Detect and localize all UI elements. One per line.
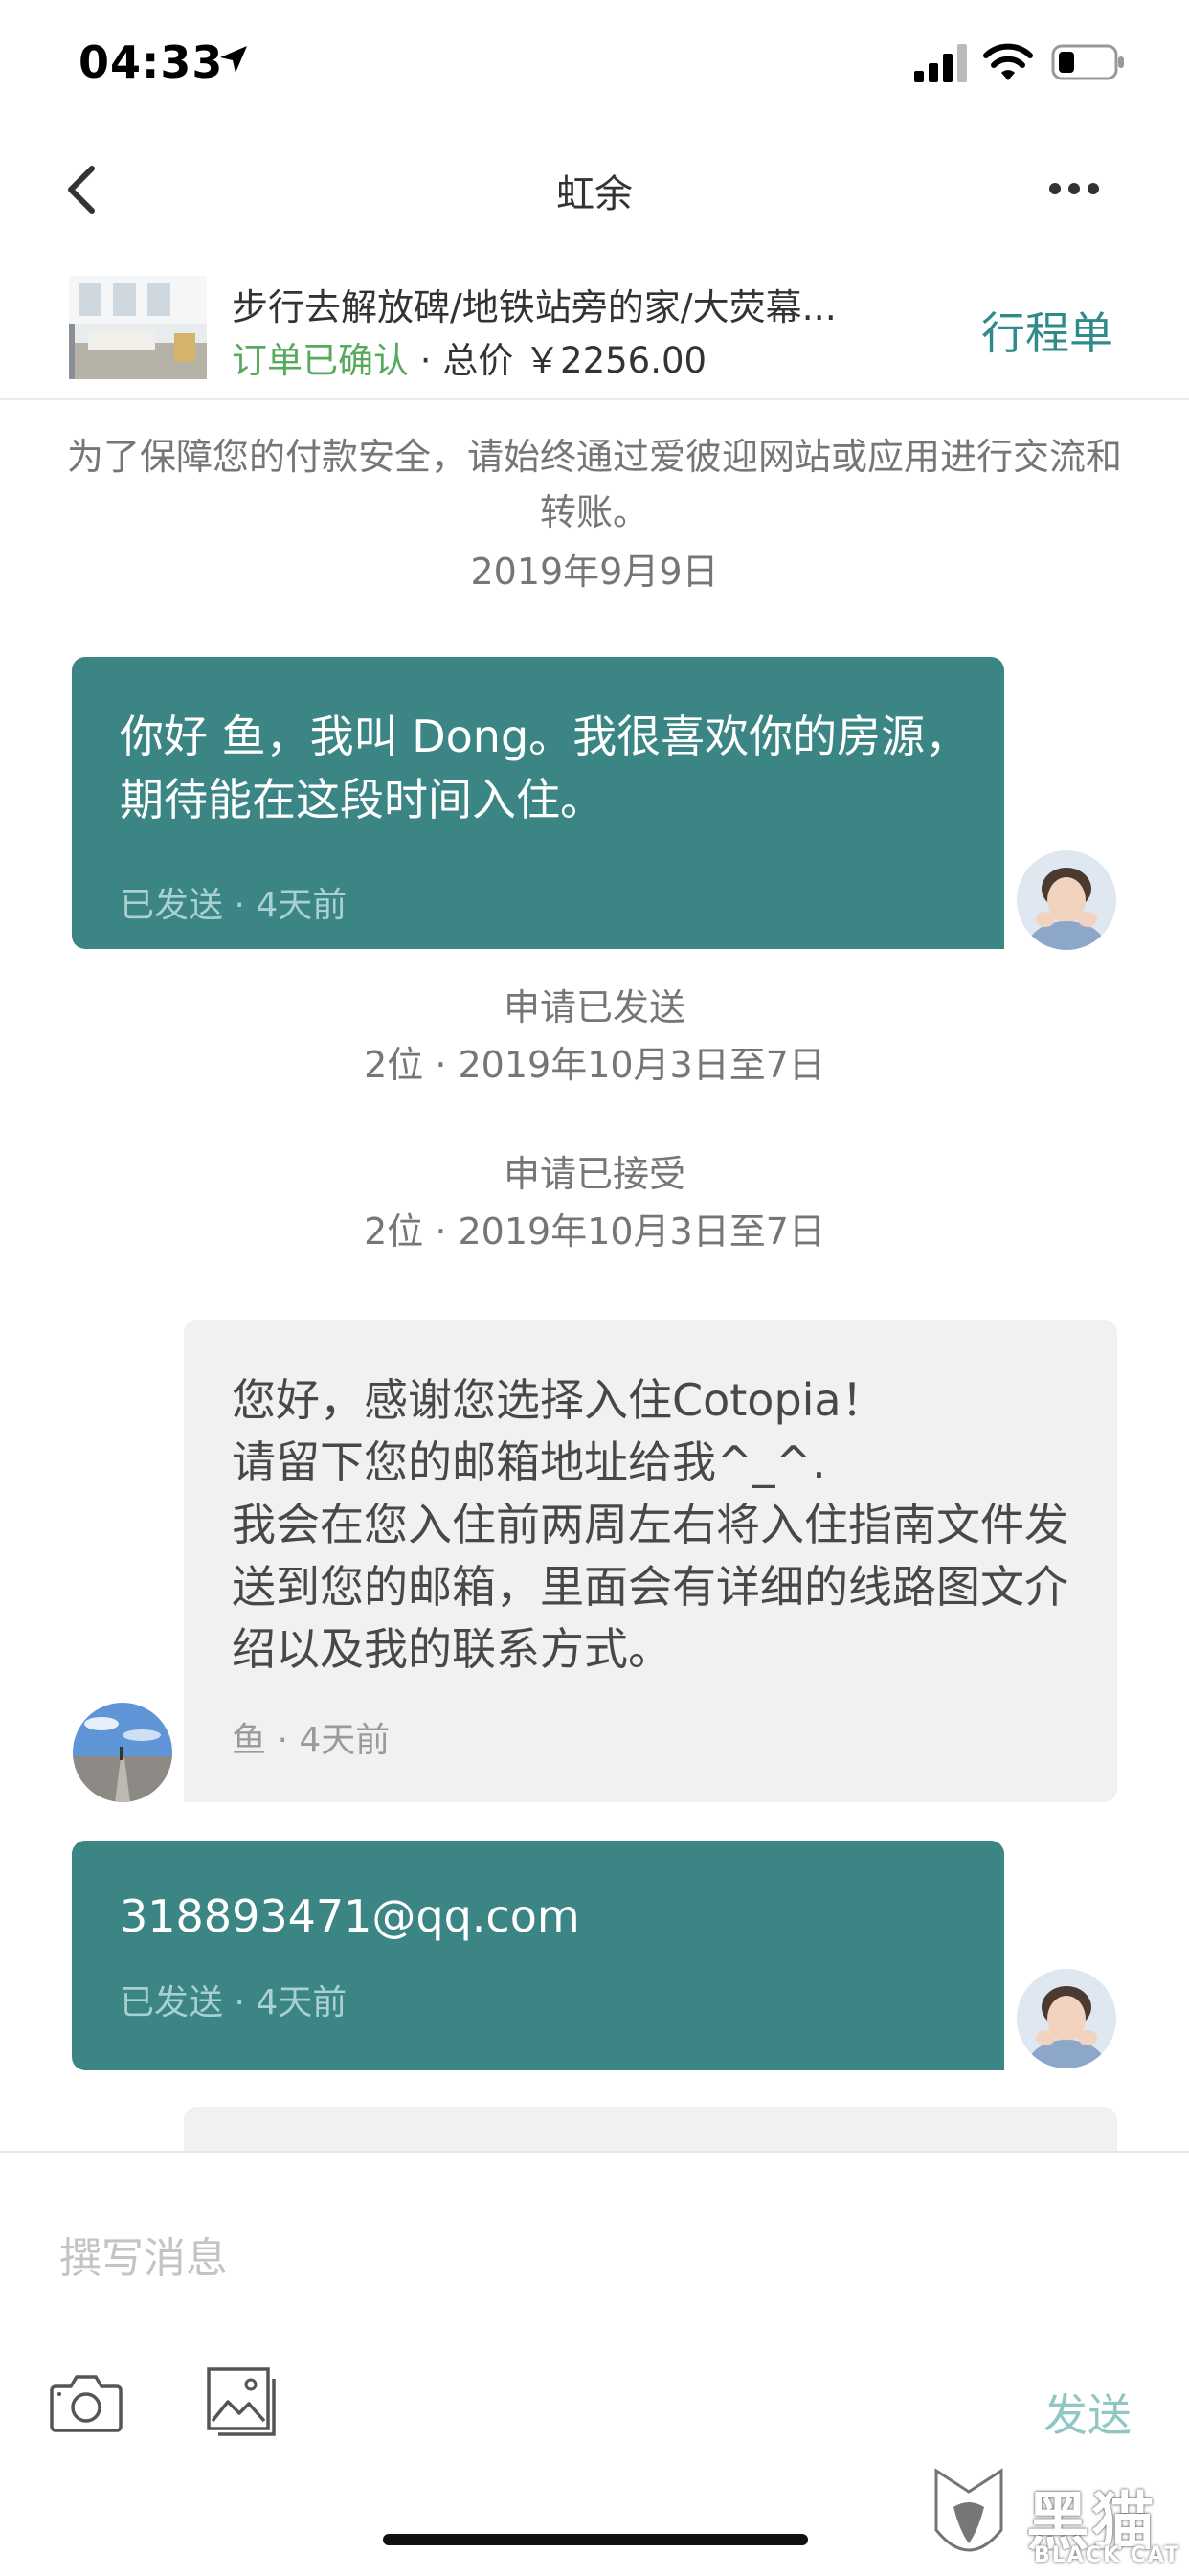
listing-thumbnail[interactable] — [69, 276, 207, 379]
message-input[interactable]: 撰写消息 — [59, 2224, 228, 2285]
message-meta: 鱼 · 4天前 — [232, 1721, 391, 1760]
event-detail: 2位 · 2019年10月3日至7日 — [364, 1044, 825, 1086]
send-button[interactable]: 发送 — [1043, 2381, 1132, 2444]
message-text: 您好，感谢您选择入住Cotopia！ 请留下您的邮箱地址给我^_^. 我会在您入… — [232, 1374, 1068, 1675]
gallery-icon[interactable] — [207, 2367, 280, 2438]
wifi-icon — [983, 43, 1033, 80]
payment-safety-notice: 为了保障您的付款安全，请始终通过爱彼迎网站或应用进行交流和转账。 — [66, 436, 1122, 533]
message-text: 318893471@qq.com — [120, 1890, 580, 1942]
system-event-request-sent: 申请已发送 2位 · 2019年10月3日至7日 — [0, 979, 1189, 1094]
page-title: 虹余 — [556, 172, 633, 216]
event-detail: 2位 · 2019年10月3日至7日 — [364, 1210, 825, 1253]
event-title: 申请已接受 — [503, 1153, 685, 1195]
more-dots-icon[interactable] — [1047, 180, 1101, 197]
listing-title[interactable]: 步行去解放碑/地铁站旁的家/大荧幕... — [232, 278, 921, 330]
order-status-label: 订单已确认 — [232, 340, 409, 381]
total-price: ￥2256.00 — [525, 340, 707, 381]
location-arrow-icon — [220, 46, 247, 73]
order-status: 订单已确认 · 总价 ￥2256.00 — [232, 331, 707, 383]
status-time: 04:33 — [79, 36, 224, 88]
watermark-subtext: BLACK CAT — [1034, 2543, 1181, 2567]
conversation-date: 2019年9月9日 — [470, 551, 719, 593]
itinerary-link[interactable]: 行程单 — [981, 299, 1113, 362]
message-bubble-received: 您好，感谢您选择入住Cotopia！ 请留下您的邮箱地址给我^_^. 我会在您入… — [184, 1320, 1117, 1802]
home-indicator — [383, 2534, 808, 2545]
system-event-request-accepted: 申请已接受 2位 · 2019年10月3日至7日 — [0, 1145, 1189, 1260]
message-bubble-sent: 你好 鱼，我叫 Dong。我很喜欢你的房源，期待能在这段时间入住。 已发送 · … — [72, 657, 1004, 949]
event-title: 申请已发送 — [503, 986, 685, 1028]
signal-icon — [914, 44, 967, 82]
battery-icon — [1051, 44, 1124, 80]
message-bubble-sent: 318893471@qq.com 已发送 · 4天前 — [72, 1841, 1004, 2070]
price-separator: · 总价 — [409, 340, 526, 381]
camera-icon[interactable] — [50, 2371, 123, 2432]
avatar[interactable] — [1013, 847, 1120, 954]
message-meta: 已发送 · 4天前 — [120, 886, 348, 925]
message-text: 你好 鱼，我叫 Dong。我很喜欢你的房源，期待能在这段时间入住。 — [120, 711, 970, 825]
message-bubble-received-partial — [184, 2107, 1117, 2155]
avatar[interactable] — [1013, 1965, 1120, 2072]
message-meta: 已发送 · 4天前 — [120, 1983, 348, 2022]
avatar[interactable] — [69, 1699, 176, 1806]
header-divider — [0, 398, 1189, 400]
